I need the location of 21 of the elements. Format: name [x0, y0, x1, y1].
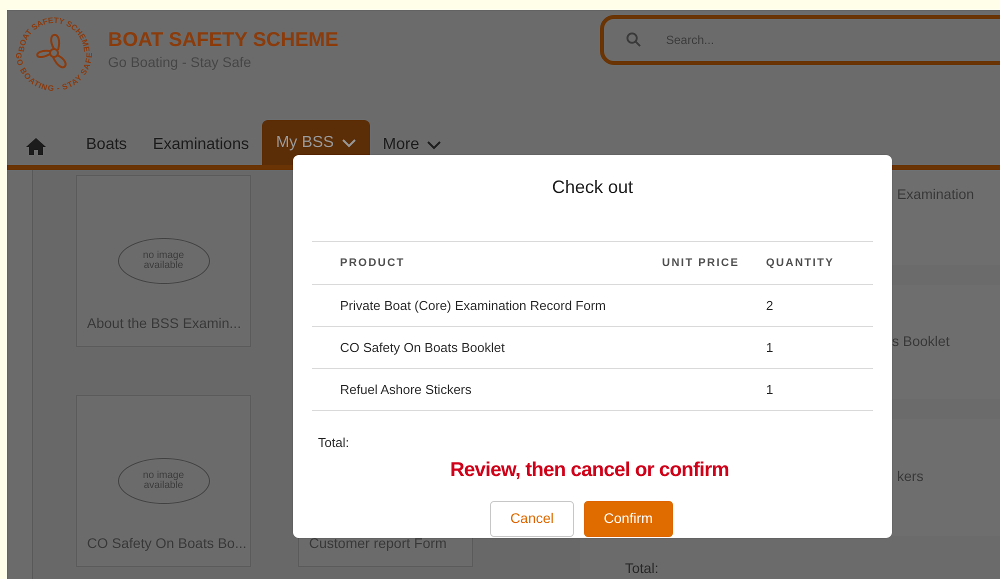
nav-tab[interactable]: Examinations [140, 125, 262, 165]
cancel-button[interactable]: Cancel [490, 500, 574, 536]
confirm-button[interactable]: Confirm [584, 500, 673, 536]
notice-text: Review, then cancel or confirm [450, 458, 729, 482]
nav-tab[interactable]: More [370, 125, 454, 165]
total-label: Total: [625, 560, 658, 576]
table-cell: Private Boat (Core) Examination Record Form [312, 284, 662, 326]
home-icon[interactable] [25, 136, 47, 154]
total-label: Total: [318, 434, 350, 452]
table-cell: 1 [766, 326, 873, 368]
column-header: QUANTITY [766, 242, 873, 284]
table-cell: CO Safety On Boats Booklet [312, 326, 662, 368]
column-header: PRODUCT [312, 242, 662, 284]
nav-tab[interactable]: Boats [73, 125, 140, 165]
dialog-title: Check out [552, 176, 634, 199]
search-icon [626, 32, 641, 47]
table-cell: 1 [766, 368, 873, 410]
site-title: BOAT SAFETY SCHEME [108, 28, 338, 52]
table-cell: 2 [766, 284, 873, 326]
column-header: UNIT PRICE [662, 242, 766, 284]
table-cell: Refuel Ashore Stickers [312, 368, 662, 410]
